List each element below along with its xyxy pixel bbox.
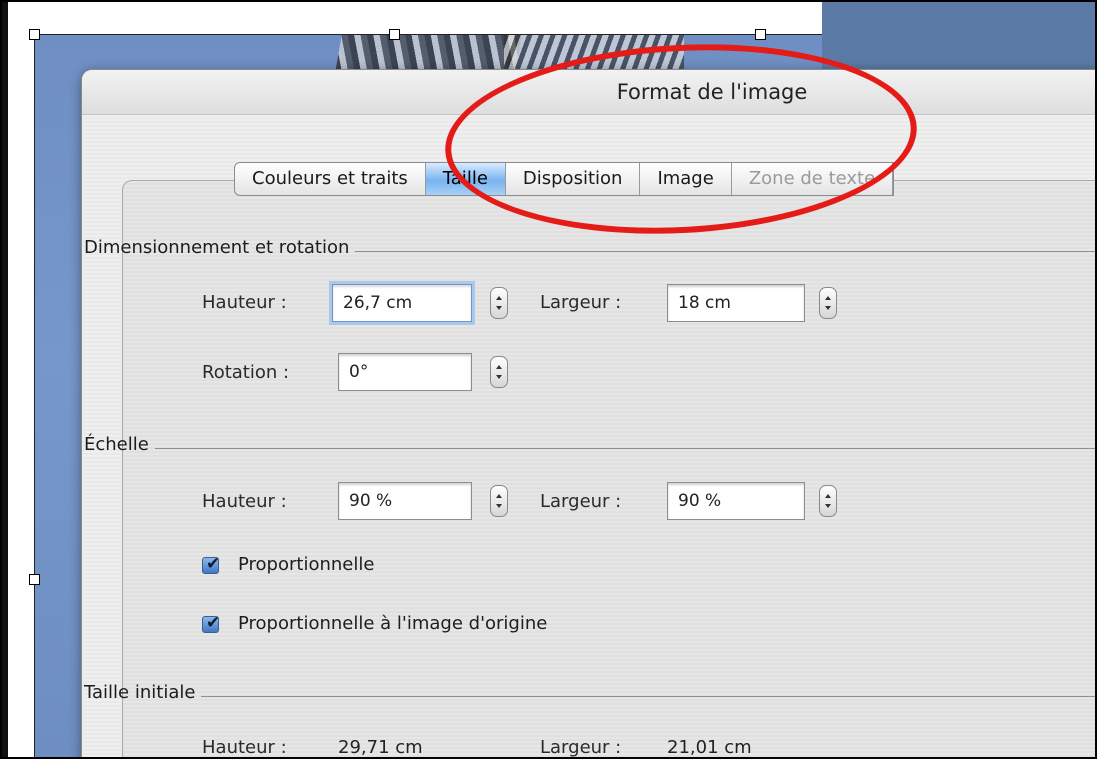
screenshot-stage: Format de l'image Couleurs et traits Tai… [0, 0, 1097, 759]
rotation-label: Rotation : [202, 362, 290, 383]
original-height-label: Hauteur : [202, 737, 287, 758]
size-width-stepper[interactable] [819, 287, 837, 319]
size-height-label: Hauteur : [202, 292, 287, 313]
tab-text-box[interactable]: Zone de texte [732, 163, 894, 195]
tab-picture[interactable]: Image [640, 163, 732, 195]
size-width-input[interactable] [667, 284, 805, 322]
tab-panel [122, 180, 1095, 757]
dialog-titlebar[interactable]: Format de l'image [82, 70, 1095, 115]
resize-handle-middle-left[interactable] [29, 574, 40, 585]
lock-aspect-label[interactable]: Proportionnelle [238, 554, 374, 575]
original-width-label: Largeur : [540, 737, 622, 758]
scale-height-label: Hauteur : [202, 491, 287, 512]
picture-border-top [34, 34, 822, 35]
group-divider [355, 250, 1095, 252]
dialog-title: Format de l'image [616, 80, 808, 104]
scale-width-stepper[interactable] [819, 485, 837, 517]
tab-bar: Couleurs et traits Taille Disposition Im… [234, 162, 895, 196]
resize-handle-top-right[interactable] [755, 29, 766, 40]
tab-size[interactable]: Taille [425, 163, 506, 195]
picture-border-left [34, 34, 35, 757]
group-original-heading: Taille initiale [84, 681, 196, 703]
tab-layout[interactable]: Disposition [506, 163, 641, 195]
group-sizing: Dimensionnement et rotation [84, 235, 1095, 259]
size-height-input[interactable] [332, 284, 472, 322]
original-height-value: 29,71 cm [338, 737, 423, 758]
relative-original-checkbox[interactable]: ✔ [202, 613, 221, 633]
lock-aspect-checkbox[interactable]: ✔ [202, 554, 221, 574]
group-divider [154, 447, 1095, 449]
tab-colors-and-lines[interactable]: Couleurs et traits [235, 163, 426, 195]
scale-height-stepper[interactable] [490, 485, 508, 517]
size-width-label: Largeur : [540, 292, 622, 313]
group-original-size: Taille initiale [84, 680, 1095, 704]
group-sizing-heading: Dimensionnement et rotation [84, 236, 350, 258]
resize-handle-top-left[interactable] [29, 29, 40, 40]
group-scale: Échelle [84, 432, 1095, 456]
size-height-stepper[interactable] [490, 287, 508, 319]
relative-original-label[interactable]: Proportionnelle à l'image d'origine [238, 613, 547, 634]
original-width-value: 21,01 cm [667, 737, 752, 758]
group-scale-heading: Échelle [84, 433, 149, 455]
group-divider [201, 695, 1095, 697]
scale-width-label: Largeur : [540, 491, 622, 512]
scale-width-input[interactable] [667, 482, 805, 520]
rotation-input[interactable] [338, 353, 472, 391]
scale-height-input[interactable] [338, 482, 472, 520]
checkmark-icon: ✔ [206, 613, 221, 633]
rotation-stepper[interactable] [490, 356, 508, 388]
checkmark-icon: ✔ [206, 554, 221, 574]
resize-handle-top-center[interactable] [389, 29, 400, 40]
